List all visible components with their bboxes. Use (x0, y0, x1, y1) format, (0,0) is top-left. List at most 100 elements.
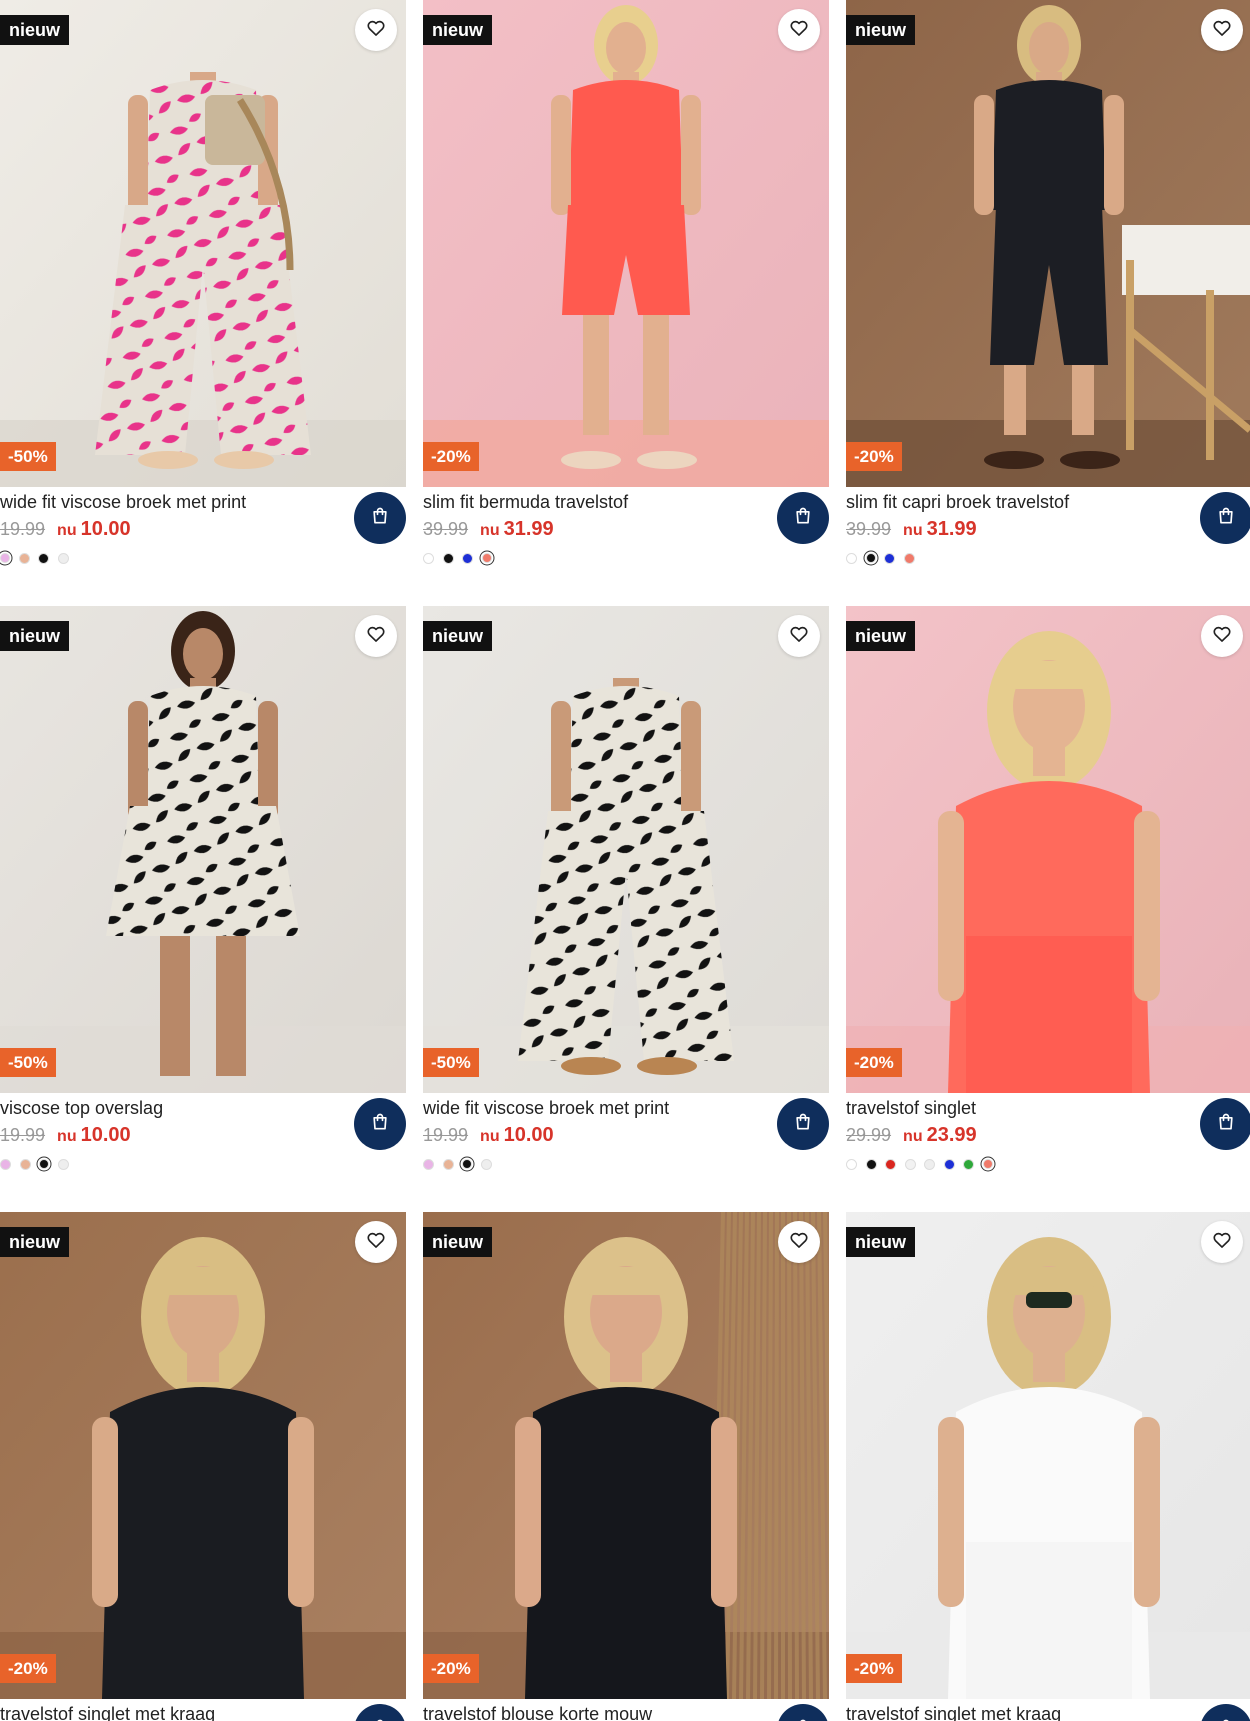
color-swatch[interactable] (924, 1158, 935, 1170)
color-swatch[interactable] (18, 552, 30, 564)
product-image[interactable]: nieuw -20% (423, 0, 829, 487)
color-swatch[interactable] (442, 1158, 454, 1170)
product-card[interactable]: nieuw -50% wide fit viscose broek met pr… (423, 606, 829, 1170)
add-to-cart-button[interactable] (1200, 1098, 1250, 1150)
product-photo[interactable] (0, 606, 406, 1093)
product-photo[interactable] (423, 1212, 829, 1699)
discount-badge: -50% (423, 1048, 479, 1077)
favorite-button[interactable] (355, 615, 397, 657)
color-swatch[interactable] (57, 552, 69, 564)
color-swatch[interactable] (846, 1158, 857, 1170)
product-title[interactable]: wide fit viscose broek met print (423, 1098, 669, 1119)
product-card[interactable]: nieuw -20% travelstof singlet met kraag (846, 1212, 1250, 1721)
color-swatch[interactable] (442, 552, 454, 564)
favorite-button[interactable] (778, 1221, 820, 1263)
product-card[interactable]: nieuw -50% wide fit viscose broek met pr… (0, 0, 406, 564)
old-price: 19.99 (423, 1125, 469, 1145)
color-swatch[interactable] (884, 552, 895, 564)
add-to-cart-button[interactable] (354, 492, 406, 544)
product-image[interactable]: nieuw -20% (0, 1212, 406, 1699)
product-photo[interactable] (846, 1212, 1250, 1699)
color-swatch[interactable] (963, 1158, 974, 1170)
product-image[interactable]: nieuw -50% (423, 606, 829, 1093)
product-title[interactable]: wide fit viscose broek met print (0, 492, 246, 513)
heart-icon (789, 1230, 809, 1255)
add-to-cart-button[interactable] (777, 492, 829, 544)
product-card[interactable]: nieuw -20% slim fit bermuda travelstof 3… (423, 0, 829, 564)
add-to-cart-button[interactable] (354, 1704, 406, 1721)
color-swatch[interactable] (462, 1159, 472, 1169)
old-price: 29.99 (846, 1125, 892, 1145)
color-swatch[interactable] (846, 552, 857, 564)
shopping-bag-icon (793, 1718, 813, 1721)
color-swatch[interactable] (38, 552, 49, 564)
color-swatch[interactable] (903, 552, 915, 564)
product-title[interactable]: travelstof blouse korte mouw (423, 1704, 652, 1721)
favorite-button[interactable] (355, 1221, 397, 1263)
add-to-cart-button[interactable] (777, 1098, 829, 1150)
product-title[interactable]: viscose top overslag (0, 1098, 163, 1119)
favorite-button[interactable] (355, 9, 397, 51)
color-swatch[interactable] (423, 1158, 434, 1170)
color-swatches (0, 1157, 77, 1171)
color-swatch[interactable] (57, 1158, 69, 1170)
product-title[interactable]: travelstof singlet (846, 1098, 976, 1119)
color-swatch[interactable] (462, 552, 473, 564)
shopping-bag-icon (1216, 1112, 1236, 1137)
product-image[interactable]: nieuw -20% (846, 606, 1250, 1093)
new-badge: nieuw (846, 621, 916, 651)
product-photo[interactable] (423, 0, 829, 487)
product-image[interactable]: nieuw -20% (846, 0, 1250, 487)
old-price: 19.99 (0, 519, 46, 539)
product-photo[interactable] (423, 606, 829, 1093)
product-photo[interactable] (0, 0, 406, 487)
color-swatch[interactable] (423, 552, 434, 564)
product-photo[interactable] (846, 0, 1250, 487)
color-swatch[interactable] (481, 553, 492, 563)
product-title[interactable]: slim fit bermuda travelstof (423, 492, 628, 513)
product-photo[interactable] (0, 1212, 406, 1699)
color-swatch[interactable] (865, 1158, 877, 1170)
product-image[interactable]: nieuw -20% (423, 1212, 829, 1699)
product-image[interactable]: nieuw -50% (0, 606, 406, 1093)
favorite-button[interactable] (778, 9, 820, 51)
add-to-cart-button[interactable] (777, 1704, 829, 1721)
add-to-cart-button[interactable] (1200, 492, 1250, 544)
color-swatch[interactable] (943, 1158, 955, 1170)
add-to-cart-button[interactable] (354, 1098, 406, 1150)
product-title[interactable]: travelstof singlet met kraag (0, 1704, 215, 1721)
color-swatch[interactable] (19, 1158, 31, 1170)
product-title[interactable]: slim fit capri broek travelstof (846, 492, 1069, 513)
sale-price: 31.99 (926, 518, 977, 540)
product-card[interactable]: nieuw -20% travelstof singlet 29.99 nu 23.… (846, 606, 1250, 1170)
color-swatch[interactable] (904, 1158, 916, 1170)
product-card[interactable]: nieuw -20% slim fit capri broek travelst… (846, 0, 1250, 564)
heart-icon (1212, 1230, 1232, 1255)
favorite-button[interactable] (1201, 1221, 1243, 1263)
product-image[interactable]: nieuw -50% (0, 0, 406, 487)
heart-icon (789, 18, 809, 43)
add-to-cart-button[interactable] (1200, 1704, 1250, 1721)
price-row: 19.99 nu 10.00 (423, 1124, 554, 1148)
old-price: 39.99 (423, 519, 469, 539)
sale-price: 31.99 (503, 518, 554, 540)
product-card[interactable]: nieuw -20% travelstof blouse korte mouw (423, 1212, 829, 1721)
color-swatch[interactable] (982, 1159, 993, 1169)
product-image[interactable]: nieuw -20% (846, 1212, 1250, 1699)
favorite-button[interactable] (1201, 9, 1243, 51)
new-badge: nieuw (846, 1227, 916, 1257)
color-swatch[interactable] (0, 553, 10, 563)
favorite-button[interactable] (1201, 615, 1243, 657)
product-photo[interactable] (846, 606, 1250, 1093)
color-swatch[interactable] (0, 1158, 11, 1170)
product-card[interactable]: nieuw -50% viscose top overslag 19.99 nu 1… (0, 606, 406, 1170)
color-swatch[interactable] (39, 1159, 49, 1169)
shopping-bag-icon (370, 506, 390, 531)
color-swatch[interactable] (480, 1158, 492, 1170)
product-title[interactable]: travelstof singlet met kraag (846, 1704, 1061, 1721)
favorite-button[interactable] (778, 615, 820, 657)
color-swatch[interactable] (865, 553, 876, 563)
product-card[interactable]: nieuw -20% travelstof singlet met kraag (0, 1212, 406, 1721)
color-swatch[interactable] (885, 1158, 896, 1170)
price-row: 39.99 nu 31.99 (846, 518, 977, 542)
